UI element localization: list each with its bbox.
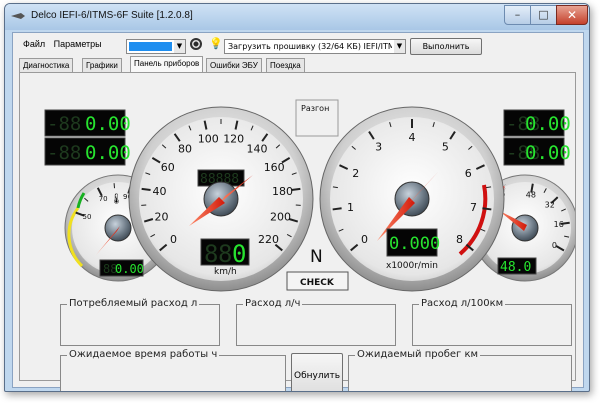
mileage-group: Ожидаемый пробег км (348, 349, 572, 391)
consumption-group: Потребляемый расход л (60, 298, 220, 346)
dashboard-panel: 0163248 ⛽ 48.0 507090120 🌡 (19, 72, 576, 391)
fuel-tick-label: 16 (554, 220, 564, 229)
tab-dashboard[interactable]: Панель приборов (130, 56, 204, 73)
temp-tick-label: 70 (99, 195, 108, 203)
radio-icon[interactable] (190, 38, 202, 50)
color-select[interactable]: ▼ (126, 39, 186, 54)
left-displays: -88 0.00 -88 0.00 (44, 109, 131, 166)
left-display-2: 0.00 (85, 142, 131, 164)
fuel-tick-label: 48 (526, 190, 536, 199)
tab-ecu-errors[interactable]: Ошибки ЭБУ (206, 58, 262, 72)
flow-100km-label: Расход л/100км (419, 298, 506, 309)
app-window: Delco IEFI-6/ITMS-6F Suite [1.2.0.8] – □… (4, 3, 590, 392)
left-display-1: 0.00 (85, 113, 131, 135)
menu-item-file[interactable]: Файл (23, 39, 45, 49)
window-title: Delco IEFI-6/ITMS-6F Suite [1.2.0.8] (31, 10, 193, 21)
tab-trip[interactable]: Поездка (266, 58, 305, 72)
gear-display-ghost-2: 8 (218, 240, 232, 268)
speed-tick-label: 220 (258, 233, 279, 246)
gear-indicator: N (310, 247, 323, 267)
speed-tick-label: 200 (270, 210, 291, 223)
dropdown-arrow-icon[interactable]: ▼ (394, 40, 405, 53)
lightbulb-icon[interactable]: 💡 (209, 37, 223, 50)
menu-item-params[interactable]: Параметры (54, 39, 102, 49)
tach-tick-label: 6 (465, 167, 472, 180)
mileage-label: Ожидаемый пробег км (355, 349, 481, 360)
close-icon: ✕ (566, 8, 578, 22)
speed-tick-label: 180 (272, 185, 293, 198)
dropdown-arrow-icon[interactable]: ▼ (174, 40, 185, 53)
speed-tick-label: 140 (246, 142, 267, 155)
fuel-tick-label: 32 (545, 201, 555, 210)
temp-tick-label: 50 (83, 213, 92, 221)
tach-tick-label: 7 (470, 201, 477, 214)
execute-button[interactable]: Выполнить (410, 38, 482, 55)
tachometer: 0 1 2 3 4 5 6 7 8 0.000 x1000r/min (319, 106, 505, 292)
close-button[interactable]: ✕ (556, 5, 588, 25)
temp-display: 0.00 (115, 262, 144, 276)
menu-bar: Файл Параметры (23, 39, 108, 49)
speed-tick-label: 0 (170, 233, 177, 246)
tab-charts[interactable]: Графики (82, 58, 122, 72)
tach-display: 0.000 (389, 234, 440, 254)
title-bar[interactable]: Delco IEFI-6/ITMS-6F Suite [1.2.0.8] – □… (5, 4, 589, 30)
speed-tick-label: 40 (152, 185, 166, 198)
left-display-2-ghost: -88 (47, 142, 81, 164)
reset-button[interactable]: Обнулить (291, 353, 343, 391)
tach-unit: x1000r/min (386, 261, 438, 271)
speed-tick-label: 80 (178, 142, 192, 155)
firmware-select-value: Загрузить прошивку (32/64 КБ) IEFI/ITMS (228, 42, 392, 51)
consumption-label: Потребляемый расход л (67, 298, 200, 309)
speed-major-tick (141, 187, 151, 192)
tach-tick-label: 1 (347, 201, 354, 214)
speed-tick-label: 100 (198, 132, 219, 145)
flow-lh-label: Расход л/ч (243, 298, 303, 309)
tach-tick-label: 3 (375, 141, 382, 154)
tach-tick-label: 0 (361, 233, 368, 246)
runtime-group: Ожидаемое время работы ч (60, 349, 286, 391)
gear-display-ghost: 8 (204, 240, 218, 268)
left-display-1-ghost: -88 (47, 113, 81, 135)
accel-label: Разгон (301, 104, 329, 113)
flow-lh-group: Расход л/ч (236, 298, 396, 346)
gear-display: 0 (232, 240, 246, 268)
check-label: CHECK (300, 278, 335, 288)
speed-tick-label: 20 (155, 210, 169, 223)
right-display-1: 0.00 (525, 113, 571, 135)
tach-tick-label: 2 (352, 167, 359, 180)
speed-tick-label: 60 (161, 161, 175, 174)
right-display-2: 0.00 (525, 142, 571, 164)
color-swatch (129, 42, 172, 51)
right-displays: -88 0.00 -88 0.00 (503, 109, 571, 166)
tach-major-tick (482, 207, 492, 211)
tach-tick-label: 4 (409, 131, 416, 144)
maximize-icon: □ (538, 8, 549, 21)
speed-tick-label: 160 (264, 161, 285, 174)
tab-diagnostics[interactable]: Диагностика (19, 58, 74, 72)
maximize-button[interactable]: □ (530, 5, 557, 25)
fuel-tick-label: 0 (552, 241, 557, 250)
runtime-label: Ожидаемое время работы ч (67, 349, 220, 360)
firmware-select[interactable]: Загрузить прошивку (32/64 КБ) IEFI/ITMS … (224, 39, 406, 54)
minimize-button[interactable]: – (504, 5, 531, 25)
minimize-icon: – (514, 8, 521, 21)
client-area: Файл Параметры ▼ 💡 Загрузить прошивку (3… (12, 32, 584, 391)
speed-tick-label: 120 (223, 132, 244, 145)
app-icon (11, 13, 25, 19)
flow-100km-group: Расход л/100км (412, 298, 572, 346)
thermometer-icon: 🌡 (110, 193, 123, 205)
tach-tick-label: 5 (442, 141, 449, 154)
speed-unit: km/h (214, 267, 237, 277)
fuel-display: 48.0 (500, 260, 531, 275)
tach-major-tick (332, 207, 342, 211)
speedometer: 020406080100 120140160180200220 88888 8 8… (128, 106, 314, 292)
tach-tick-label: 8 (456, 233, 463, 246)
